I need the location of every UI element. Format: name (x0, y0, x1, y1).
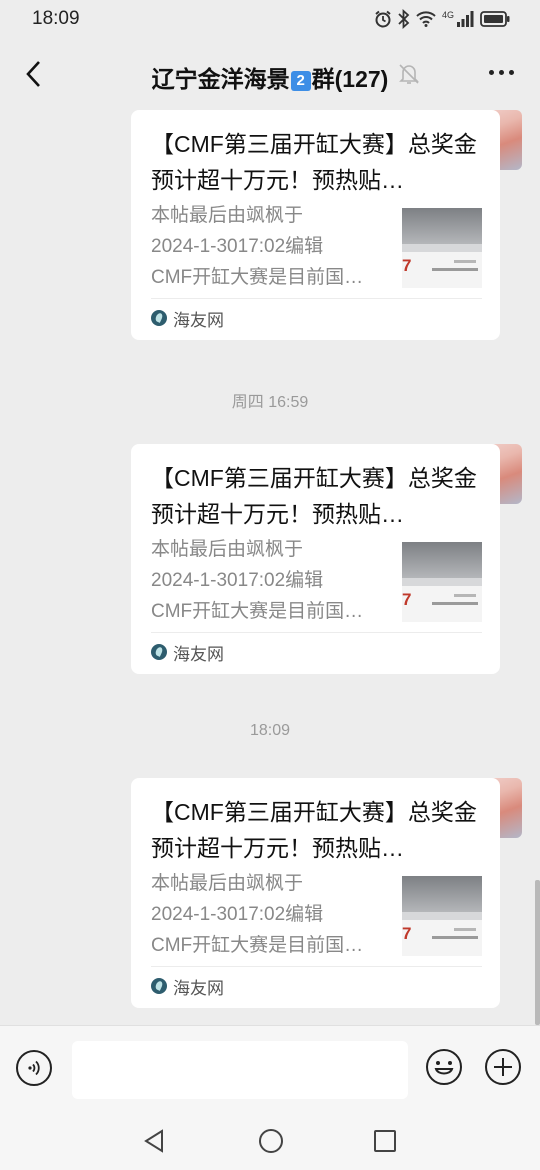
status-bar: 18:09 4G (0, 0, 540, 40)
square-recent-icon (374, 1130, 396, 1152)
status-time: 18:09 (32, 8, 80, 29)
thumbnail-text: 7 (402, 256, 412, 275)
voice-button[interactable] (16, 1050, 52, 1086)
card-description: 本帖最后由飒枫于 2024-1-3017:02编辑 CMF开缸大赛是目前国… (151, 534, 387, 630)
message-input[interactable] (72, 1041, 408, 1099)
card-description: 本帖最后由飒枫于 2024-1-3017:02编辑 CMF开缸大赛是目前国… (151, 200, 387, 296)
card-title: 【CMF第三届开缸大赛】总奖金预计超十万元！预热贴… (151, 799, 477, 861)
source-name: 海友网 (173, 310, 224, 330)
wifi-icon (416, 11, 436, 27)
more-button[interactable] (489, 70, 514, 75)
nav-recent-button[interactable] (374, 1130, 396, 1157)
card-desc-line: 2024-1-3017:02编辑 (151, 904, 324, 925)
card-description: 本帖最后由飒枫于 2024-1-3017:02编辑 CMF开缸大赛是目前国… (151, 868, 387, 964)
thumbnail-text: 7 (402, 590, 412, 609)
card-desc-line: CMF开缸大赛是目前国… (151, 601, 364, 622)
scrollbar[interactable] (535, 880, 540, 1025)
source-logo-icon (151, 310, 167, 326)
card-body: 本帖最后由飒枫于 2024-1-3017:02编辑 CMF开缸大赛是目前国… 7 (151, 868, 482, 966)
system-nav-bar (0, 1110, 540, 1170)
card-thumbnail: 7 (402, 542, 482, 622)
link-card[interactable]: 【CMF第三届开缸大赛】总奖金预计超十万元！预热贴… 本帖最后由飒枫于 2024-… (131, 444, 500, 674)
bell-off-icon (398, 62, 420, 91)
card-desc-line: CMF开缸大赛是目前国… (151, 267, 364, 288)
chat-title-badge: 2 (290, 71, 311, 91)
card-source: 海友网 (151, 299, 482, 337)
nav-back-button[interactable] (142, 1128, 166, 1159)
battery-icon (480, 11, 510, 27)
card-desc-line: 本帖最后由飒枫于 (151, 539, 304, 560)
source-logo-icon (151, 644, 167, 660)
signal-icon (457, 11, 474, 27)
card-desc-line: CMF开缸大赛是目前国… (151, 935, 364, 956)
emoji-button[interactable] (425, 1048, 463, 1086)
plus-icon (485, 1049, 521, 1085)
chat-header: 辽宁金洋海景 2 群(127) (0, 40, 540, 110)
message-item: 【CMF第三届开缸大赛】总奖金预计超十万元！预热贴… 本帖最后由飒枫于 2024-… (74, 110, 522, 342)
card-source: 海友网 (151, 633, 482, 671)
card-desc-line: 2024-1-3017:02编辑 (151, 236, 324, 257)
link-card[interactable]: 【CMF第三届开缸大赛】总奖金预计超十万元！预热贴… 本帖最后由飒枫于 2024-… (131, 778, 500, 1008)
card-body: 本帖最后由飒枫于 2024-1-3017:02编辑 CMF开缸大赛是目前国… 7 (151, 534, 482, 632)
card-title: 【CMF第三届开缸大赛】总奖金预计超十万元！预热贴… (151, 465, 477, 527)
card-thumbnail: 7 (402, 208, 482, 288)
message-item: 【CMF第三届开缸大赛】总奖金预计超十万元！预热贴… 本帖最后由飒枫于 2024-… (74, 778, 522, 1010)
more-dots-icon (489, 70, 494, 75)
link-card[interactable]: 【CMF第三届开缸大赛】总奖金预计超十万元！预热贴… 本帖最后由飒枫于 2024-… (131, 110, 500, 340)
chat-title-count: 群(127) (311, 66, 389, 92)
card-desc-line: 2024-1-3017:02编辑 (151, 570, 324, 591)
source-name: 海友网 (173, 644, 224, 664)
plus-button[interactable] (484, 1048, 522, 1086)
chat-title-text: 辽宁金洋海景 (151, 66, 290, 92)
card-thumbnail: 7 (402, 876, 482, 956)
timestamp: 周四 16:59 (231, 394, 309, 411)
emoji-icon (426, 1049, 462, 1085)
nav-home-button[interactable] (258, 1128, 284, 1159)
source-name: 海友网 (173, 978, 224, 998)
voice-icon (28, 1060, 40, 1076)
network-label: 4G (441, 10, 454, 20)
input-bar (0, 1025, 540, 1111)
card-title: 【CMF第三届开缸大赛】总奖金预计超十万元！预热贴… (151, 131, 477, 193)
triangle-back-icon (144, 1129, 163, 1153)
circle-home-icon (259, 1129, 283, 1153)
card-body: 本帖最后由飒枫于 2024-1-3017:02编辑 CMF开缸大赛是目前国… 7 (151, 200, 482, 298)
thumbnail-text: 7 (402, 924, 412, 943)
card-source: 海友网 (151, 967, 482, 1005)
chat-title: 辽宁金洋海景 2 群(127) (0, 60, 540, 94)
alarm-icon (375, 10, 391, 28)
source-logo-icon (151, 978, 167, 994)
bluetooth-icon (398, 9, 410, 29)
timestamp: 18:09 (249, 722, 291, 739)
status-icons: 4G (374, 8, 510, 30)
card-desc-line: 本帖最后由飒枫于 (151, 873, 304, 894)
message-item: 【CMF第三届开缸大赛】总奖金预计超十万元！预热贴… 本帖最后由飒枫于 2024-… (74, 444, 522, 676)
card-desc-line: 本帖最后由飒枫于 (151, 205, 304, 226)
